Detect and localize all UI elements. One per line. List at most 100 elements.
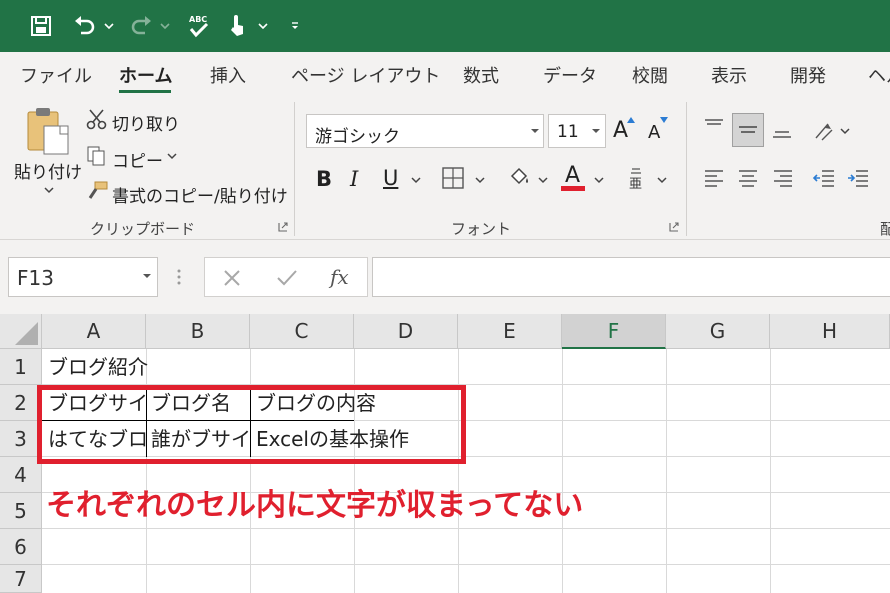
row-header-4[interactable]: 4 <box>0 457 42 493</box>
row-header-2[interactable]: 2 <box>0 385 42 421</box>
fill-color-dropdown-icon[interactable] <box>538 177 548 185</box>
font-name-value: 游ゴシック <box>315 127 400 147</box>
tab-developer[interactable]: 開発 <box>790 62 826 88</box>
name-box-dropdown-icon[interactable] <box>142 273 152 281</box>
decrease-indent-icon[interactable] <box>812 168 836 190</box>
clipboard-launcher-icon[interactable] <box>278 222 288 232</box>
annotation-text: それぞれのセル内に文字が収まってない <box>46 488 584 523</box>
font-group-label: フォント <box>451 220 512 238</box>
middle-align-button[interactable] <box>732 113 764 147</box>
paste-dropdown-icon[interactable] <box>44 187 54 195</box>
column-header-e[interactable]: E <box>458 314 562 349</box>
save-icon[interactable] <box>28 12 54 40</box>
tab-home[interactable]: ホーム <box>119 62 172 88</box>
select-all-icon <box>15 322 38 345</box>
cancel-icon[interactable] <box>222 268 242 288</box>
cell-a1[interactable]: ブログ紹介 <box>48 352 288 382</box>
top-align-icon[interactable] <box>703 118 725 136</box>
font-color-dropdown-icon[interactable] <box>594 177 604 185</box>
decrease-font-button[interactable]: A <box>648 122 660 143</box>
splitter-handle-icon[interactable] <box>176 267 182 287</box>
clipboard-group-label: クリップボード <box>90 220 196 238</box>
bottom-align-icon[interactable] <box>771 122 793 140</box>
row-header-6[interactable]: 6 <box>0 529 42 565</box>
tab-help[interactable]: ヘル <box>868 62 890 88</box>
font-color-swatch <box>561 186 585 191</box>
format-painter-button[interactable]: 書式のコピー/貼り付け <box>112 182 288 207</box>
row-header-7[interactable]: 7 <box>0 565 42 593</box>
copy-button[interactable]: コピー <box>112 147 163 172</box>
underline-button[interactable]: U <box>383 166 398 190</box>
alignment-group-label: 配 <box>880 220 890 238</box>
increase-font-icon <box>627 117 635 123</box>
group-separator <box>294 102 295 236</box>
font-launcher-icon[interactable] <box>669 222 679 232</box>
gridline <box>42 564 890 565</box>
align-right-icon[interactable] <box>772 168 794 190</box>
highlight-box <box>37 385 466 464</box>
italic-button[interactable]: I <box>350 167 358 191</box>
customize-qat-icon[interactable] <box>290 18 300 34</box>
redo-icon[interactable] <box>128 12 154 40</box>
column-header-d[interactable]: D <box>354 314 458 349</box>
name-box-value: F13 <box>17 266 54 290</box>
gridline <box>770 349 771 593</box>
tab-data[interactable]: データ <box>543 62 597 88</box>
active-tab-indicator <box>119 90 171 93</box>
column-header-f[interactable]: F <box>562 314 666 349</box>
tab-page-layout[interactable]: ページ レイアウト <box>291 62 440 88</box>
orientation-dropdown-icon[interactable] <box>840 128 850 136</box>
orientation-icon[interactable] <box>812 120 836 142</box>
redo-dropdown-icon[interactable] <box>160 18 170 34</box>
tab-formulas[interactable]: 数式 <box>463 62 499 88</box>
touch-mode-dropdown-icon[interactable] <box>258 18 268 34</box>
copy-icon[interactable] <box>86 145 108 171</box>
borders-dropdown-icon[interactable] <box>475 177 485 185</box>
tab-insert[interactable]: 挿入 <box>210 62 246 88</box>
borders-icon[interactable] <box>442 167 464 189</box>
increase-font-button[interactable]: A <box>613 118 628 143</box>
enter-icon[interactable] <box>276 268 298 288</box>
undo-icon[interactable] <box>72 12 98 40</box>
fill-color-icon[interactable] <box>508 166 532 190</box>
cut-icon[interactable] <box>86 108 108 134</box>
phonetic-guide-icon[interactable]: 亜 <box>627 166 647 190</box>
align-left-icon[interactable] <box>703 168 725 190</box>
row-header-1[interactable]: 1 <box>0 349 42 385</box>
row-header-5[interactable]: 5 <box>0 493 42 529</box>
paste-icon[interactable] <box>26 106 72 160</box>
font-name-dropdown-icon[interactable] <box>530 128 540 136</box>
svg-text:亜: 亜 <box>629 177 642 190</box>
tab-view[interactable]: 表示 <box>711 62 747 88</box>
spelling-check-icon[interactable]: ABC <box>186 12 212 40</box>
underline-dropdown-icon[interactable] <box>411 177 421 185</box>
column-header-b[interactable]: B <box>146 314 250 349</box>
paste-button[interactable]: 貼り付け <box>14 158 82 183</box>
bold-button[interactable]: B <box>316 167 332 191</box>
select-all-button[interactable] <box>0 314 42 349</box>
name-box[interactable]: F13 <box>8 257 158 297</box>
increase-indent-icon[interactable] <box>846 168 870 190</box>
gridline <box>562 349 563 593</box>
column-header-a[interactable]: A <box>42 314 146 349</box>
phonetic-dropdown-icon[interactable] <box>657 177 667 185</box>
group-separator <box>686 102 687 236</box>
cut-button[interactable]: 切り取り <box>112 110 180 135</box>
gridline <box>666 349 667 593</box>
insert-function-button[interactable]: fx <box>330 265 349 289</box>
align-center-icon[interactable] <box>737 168 759 190</box>
row-header-3[interactable]: 3 <box>0 421 42 457</box>
touch-mode-icon[interactable] <box>226 12 248 40</box>
column-header-g[interactable]: G <box>666 314 770 349</box>
tab-file[interactable]: ファイル <box>20 62 92 88</box>
copy-dropdown-icon[interactable] <box>167 153 177 161</box>
format-painter-icon[interactable] <box>86 180 108 206</box>
column-header-c[interactable]: C <box>250 314 354 349</box>
undo-dropdown-icon[interactable] <box>104 18 114 34</box>
font-size-dropdown-icon[interactable] <box>591 128 601 136</box>
font-name-select[interactable]: 游ゴシック <box>306 114 544 148</box>
formula-input[interactable] <box>372 257 890 297</box>
tab-review[interactable]: 校閲 <box>632 62 668 88</box>
font-color-button[interactable]: A <box>565 163 580 188</box>
column-header-h[interactable]: H <box>770 314 890 349</box>
